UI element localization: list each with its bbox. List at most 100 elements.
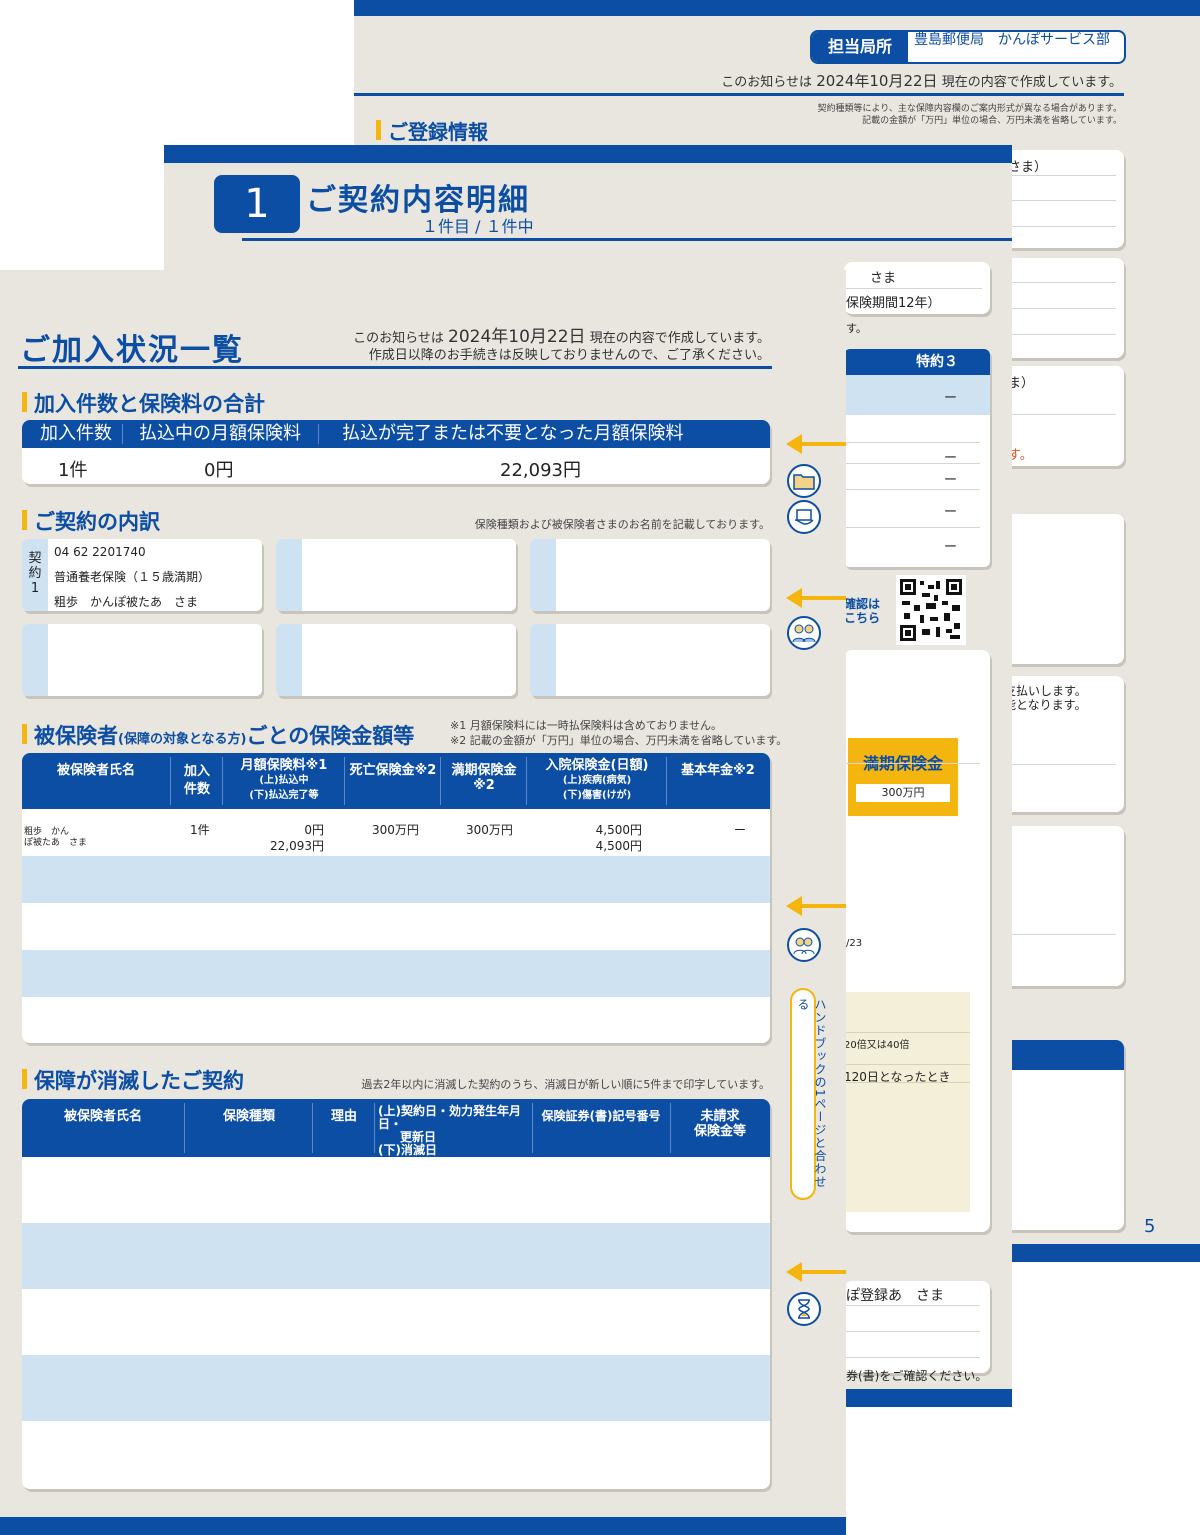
middle-bottom-card: ぽ登録あ さま: [844, 1281, 990, 1373]
back-card-1: さま）: [1000, 150, 1124, 248]
arrow-left-icon: [786, 588, 846, 608]
divider: [526, 757, 527, 805]
summary-header: 加入件数 払込中の月額保険料 払込が完了または不要となった月額保険料: [22, 420, 770, 448]
maturity-value: 300万円: [856, 784, 950, 802]
middle-top-bar: [164, 145, 1012, 163]
back-card-5: 支払いします。 能となります。: [1000, 676, 1124, 812]
divider: [844, 288, 982, 289]
qr-caption: 確認は こちら: [844, 597, 881, 625]
col-count: 加入件数: [183, 764, 210, 797]
divider: [532, 1103, 533, 1153]
divider: [184, 1103, 185, 1153]
rider-dash-4: ー: [944, 505, 958, 520]
back-card-4: [1000, 514, 1124, 664]
row-death: 300万円: [372, 823, 419, 837]
col-premium: 月額保険料※1 (上)払込中 (下)払込完了等: [240, 758, 328, 801]
summary-count-value: 1件: [58, 460, 88, 481]
insured-header: 被保険者氏名 加入件数 月額保険料※1 (上)払込中 (下)払込完了等 死亡保険…: [22, 753, 770, 809]
divider: [844, 1305, 980, 1306]
row-premium-bottom: 22,093円: [270, 839, 324, 853]
row-count: 1件: [190, 823, 210, 837]
card-tab: [276, 624, 302, 696]
contract-card-5[interactable]: [276, 624, 516, 696]
lapsed-table: 被保険者氏名 保険種類 理由 (上)契約日・効力発生年月日・ 更新日 (下)消滅…: [22, 1099, 770, 1489]
divider: [1000, 764, 1116, 765]
divider: [170, 757, 171, 805]
middle-frag-toroku: ぽ登録あ さま: [846, 1288, 944, 1304]
summary-paying-value: 0円: [204, 460, 234, 481]
lapsed-row-5: [22, 1421, 770, 1489]
lapsed-col-reason: 理由: [330, 1109, 357, 1124]
lapsed-col-name: 被保険者氏名: [63, 1109, 142, 1124]
insured-row-4: [22, 950, 770, 997]
office-label: 担当局所: [812, 32, 908, 62]
divider: [318, 424, 319, 444]
couple-icon[interactable]: [787, 928, 821, 962]
insured-note-2: ※2 記載の金額が「万円」単位の場合、万円未満を省略しています。: [450, 734, 788, 747]
notes-box: 20倍又は40倍 120日となったとき: [844, 992, 970, 1212]
summary-col-paying: 払込中の月額保険料: [139, 423, 301, 444]
family-icon[interactable]: [787, 616, 821, 650]
divider: [1000, 934, 1116, 935]
middle-frag-23: /23: [846, 938, 863, 949]
arrow-left-icon: [786, 896, 846, 916]
divider: [1000, 414, 1116, 415]
divider: [670, 1103, 671, 1153]
document-hand-icon[interactable]: [787, 500, 821, 534]
handbook-pill[interactable]: ハンドブックの1ページと合わせる: [790, 988, 827, 1200]
middle-frag-multiple: 20倍又は40倍: [844, 1040, 910, 1051]
lapsed-col-number: 保険証券(書)記号番号: [541, 1109, 661, 1123]
front-page: ご加入状況一覧 このお知らせは 2024年10月22日 現在の内容で作成していま…: [0, 270, 846, 1535]
divider: [440, 757, 441, 805]
breakdown-heading: ご契約の内訳: [22, 506, 160, 536]
maturity-label: 満期保険金: [862, 754, 943, 773]
col-insured-name: 被保険者氏名: [56, 763, 135, 778]
insured-row-1: 粗歩 かん ぽ被たあ さま 1件 0円 22,093円 300万円 300万円 …: [22, 809, 770, 856]
qr-code-icon[interactable]: [896, 575, 966, 645]
contract-card-2[interactable]: [276, 539, 516, 611]
contract-card-4[interactable]: [22, 624, 262, 696]
divider: [844, 1357, 980, 1358]
back-rule: [354, 93, 1124, 96]
divider: [1000, 200, 1116, 201]
contract-type: 普通養老保険（１５歳満期）: [54, 570, 211, 584]
rider-dash-5: ー: [944, 540, 958, 555]
divider: [844, 489, 980, 490]
middle-frag-period: 保険期間12年）: [846, 296, 941, 311]
row-premium-top: 0円: [304, 823, 324, 837]
back-section-title: ご登録情報: [376, 116, 488, 145]
middle-top-card: さま 保険期間12年）: [844, 262, 990, 314]
contract-card-3[interactable]: [530, 539, 770, 611]
folder-icon[interactable]: [787, 464, 821, 498]
lapsed-header: 被保険者氏名 保険種類 理由 (上)契約日・効力発生年月日・ 更新日 (下)消滅…: [22, 1099, 770, 1157]
col-pension: 基本年金※2: [681, 763, 755, 778]
card-tab: [276, 539, 302, 611]
divider: [844, 463, 980, 464]
couple-glyph: [793, 937, 815, 955]
divider: [1000, 226, 1116, 227]
divider: [844, 1064, 970, 1065]
divider: [1000, 175, 1116, 176]
family-glyph: [792, 624, 816, 643]
contract-card-6[interactable]: [530, 624, 770, 696]
lapsed-row-4: [22, 1355, 770, 1421]
middle-main-card: 満期保険金 300万円 /23 20倍又は40倍 120日となったとき: [844, 650, 990, 1232]
office-name: 豊島郵便局 かんぽサービス部: [914, 32, 1110, 48]
front-title: ご加入状況一覧: [20, 333, 244, 368]
contract-card-1[interactable]: 契約1 04 62 2201740 普通養老保険（１５歳満期） 粗歩 かんぽ被た…: [22, 539, 262, 611]
divider: [844, 1082, 970, 1083]
summary-col-count: 加入件数: [40, 423, 112, 444]
back-card-3: ま） す。: [1000, 366, 1124, 466]
divider: [844, 442, 980, 443]
rider-header: 特約３: [844, 349, 990, 375]
lapsed-row-2: [22, 1223, 770, 1289]
back-frag-pay2: 能となります。: [1004, 698, 1087, 712]
contract-tab-label: 契約1: [28, 551, 42, 596]
lapsed-col-dates: (上)契約日・効力発生年月日・ 更新日 (下)消滅日: [378, 1104, 521, 1157]
lapsed-row-3: [22, 1289, 770, 1355]
divider: [1000, 308, 1116, 309]
hourglass-glyph: [798, 1299, 810, 1319]
contract-number: 04 62 2201740: [54, 545, 146, 559]
lapsed-note: 過去2年以内に消滅した契約のうち、消滅日が新しい順に5件まで印字しています。: [361, 1078, 770, 1091]
hourglass-icon[interactable]: [787, 1292, 821, 1326]
